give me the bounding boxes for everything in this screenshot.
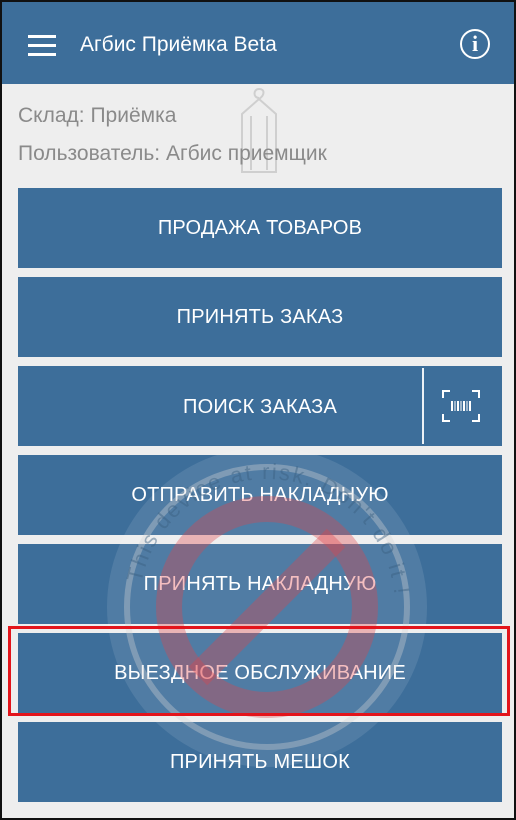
button-divider: [422, 368, 424, 444]
accept-bag-label: ПРИНЯТЬ МЕШОК: [169, 750, 350, 773]
accept-order-button[interactable]: ПРИНЯТЬ ЗАКАЗ: [18, 277, 502, 357]
sell-goods-button[interactable]: ПРОДАЖА ТОВАРОВ: [18, 188, 502, 268]
app-title: Агбис Приёмка Beta: [80, 33, 277, 56]
app-bar: Агбис Приёмка Beta i: [2, 2, 514, 84]
field-service-button[interactable]: ВЫЕЗДНОЕ ОБСЛУЖИВАНИЕ: [18, 633, 502, 713]
send-invoice-label: ОТПРАВИТЬ НАКЛАДНУЮ: [131, 483, 389, 506]
accept-invoice-label: ПРИНЯТЬ НАКЛАДНУЮ: [143, 572, 377, 595]
search-order-label: ПОИСК ЗАКАЗА: [183, 396, 337, 418]
send-invoice-button[interactable]: ОТПРАВИТЬ НАКЛАДНУЮ: [18, 455, 502, 535]
barcode-scan-icon[interactable]: [442, 390, 480, 422]
accept-invoice-button[interactable]: ПРИНЯТЬ НАКЛАДНУЮ: [18, 544, 502, 624]
accept-order-label: ПРИНЯТЬ ЗАКАЗ: [176, 305, 344, 328]
user-label: Пользователь: Агбис приемщик: [18, 142, 327, 165]
field-service-label: ВЫЕЗДНОЕ ОБСЛУЖИВАНИЕ: [114, 661, 406, 684]
hamburger-menu-icon[interactable]: [28, 32, 58, 56]
accept-bag-button[interactable]: ПРИНЯТЬ МЕШОК: [18, 722, 502, 802]
warehouse-label: Склад: Приёмка: [18, 104, 177, 127]
info-icon[interactable]: i: [460, 29, 490, 59]
sell-goods-label: ПРОДАЖА ТОВАРОВ: [157, 216, 363, 239]
search-order-button[interactable]: ПОИСК ЗАКАЗА: [18, 366, 502, 446]
